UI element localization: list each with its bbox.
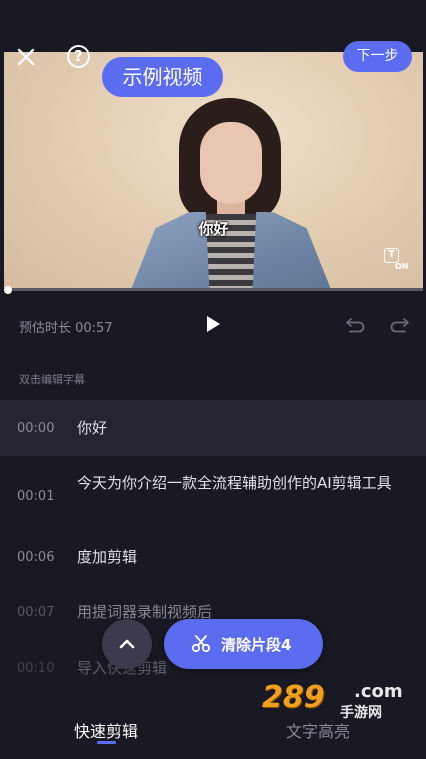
- person-face: [200, 122, 262, 204]
- text-on-toggle-icon[interactable]: T ON: [384, 248, 409, 271]
- undo-button[interactable]: [344, 316, 366, 334]
- next-step-button[interactable]: 下一步: [343, 41, 412, 72]
- close-button[interactable]: [14, 45, 38, 69]
- subtitle-row[interactable]: 00:00 你好: [0, 400, 426, 456]
- watermark-logo: 289 .com 手游网: [262, 680, 404, 721]
- estimated-duration: 预估时长 00:57: [19, 321, 113, 336]
- text-toggle-label: ON: [395, 262, 409, 271]
- tab-quick-edit[interactable]: 快速剪辑: [74, 718, 138, 742]
- subtitle-text[interactable]: 你好: [77, 416, 415, 440]
- redo-icon: [390, 318, 409, 333]
- subtitle-row[interactable]: 00:01 今天为你介绍一款全流程辅助创作的AI剪辑工具: [0, 456, 426, 536]
- scissors-icon: [191, 635, 211, 653]
- subtitle-time: 00:07: [17, 605, 55, 620]
- text-toggle-box: T: [384, 248, 399, 263]
- subtitle-time: 00:01: [17, 489, 55, 504]
- chevron-up-icon: [119, 639, 135, 649]
- play-button[interactable]: [203, 314, 223, 334]
- subtitle-time: 00:10: [17, 661, 55, 676]
- watermark-number: 289: [262, 680, 325, 715]
- play-icon: [207, 316, 220, 332]
- redo-button[interactable]: [389, 316, 411, 334]
- subtitle-text[interactable]: 度加剪辑: [77, 545, 415, 569]
- watermark-domain: .com: [354, 681, 403, 702]
- tab-active-indicator: [97, 741, 116, 744]
- subtitle-text[interactable]: 今天为你介绍一款全流程辅助创作的AI剪辑工具: [77, 471, 415, 495]
- subtitle-row[interactable]: 00:06 度加剪辑: [0, 536, 426, 592]
- tab-text-highlight[interactable]: 文字高亮: [286, 718, 350, 742]
- subtitle-time: 00:06: [17, 550, 55, 565]
- help-button[interactable]: ?: [67, 45, 90, 68]
- undo-icon: [346, 318, 365, 333]
- subtitle-time: 00:00: [17, 421, 55, 436]
- edit-subtitle-hint: 双击编辑字幕: [19, 373, 85, 386]
- example-video-badge: 示例视频: [102, 57, 223, 97]
- clear-segments-button[interactable]: 清除片段4: [164, 619, 323, 669]
- progress-track[interactable]: [8, 288, 423, 291]
- progress-knob[interactable]: [4, 286, 12, 294]
- video-subtitle-overlay: 你好: [198, 220, 229, 238]
- close-icon: [17, 48, 35, 66]
- clear-segments-label: 清除片段4: [221, 636, 292, 654]
- collapse-button[interactable]: [102, 619, 152, 669]
